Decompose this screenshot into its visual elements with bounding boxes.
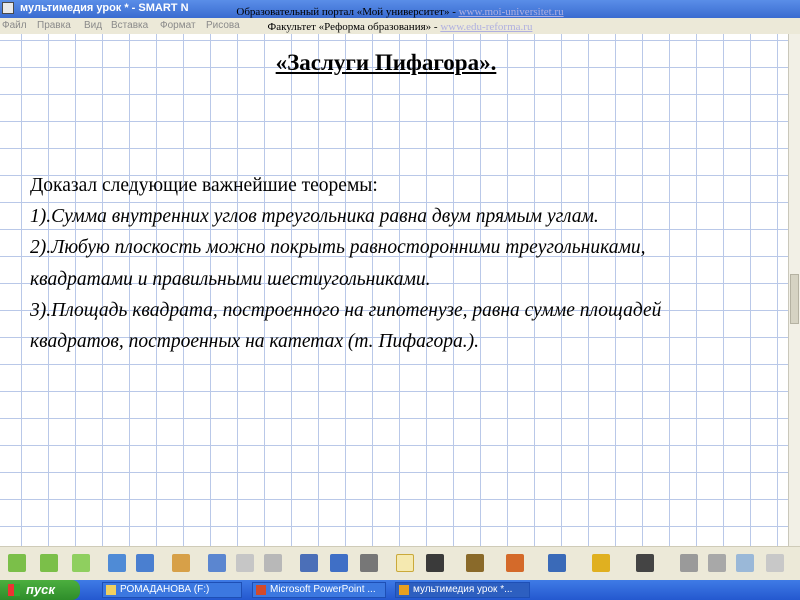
faculty-text: Факультет «Реформа образования» - [267,21,441,33]
forward-arrow-icon[interactable] [40,554,58,572]
properties-icon[interactable] [680,554,698,572]
select-arrow-icon[interactable] [396,554,414,572]
eraser-icon[interactable] [506,554,524,572]
slide-intro: Доказал следующие важнейшие теоремы: [30,175,378,196]
back-arrow-icon[interactable] [8,554,26,572]
theorem-item-2: 2).Любую плоскость можно покрыть равност… [30,237,646,290]
shapes-icon[interactable] [592,554,610,572]
line-icon[interactable] [548,554,566,572]
faculty-link[interactable]: www.edu-reforma.ru [440,21,532,33]
theorem-item-1: 1).Сумма внутренних углов треугольника р… [30,206,599,228]
taskbar-item-notebook[interactable]: мультимедия урок *... [395,582,530,598]
text-icon[interactable] [636,554,654,572]
vertical-scrollbar[interactable] [788,34,800,546]
slide-title: «Заслуги Пифагора». [275,50,497,75]
pen-icon[interactable] [426,554,444,572]
portal-link[interactable]: www.moi-universitet.ru [459,6,564,18]
powerpoint-icon [256,585,266,595]
smart-notebook-icon [399,585,409,595]
windows-flag-icon [8,584,20,596]
folder-icon [106,585,116,595]
taskbar-item-label: РОМАДАНОВА (F:) [120,584,210,595]
capture-icon[interactable] [360,554,378,572]
notebook-toolbar [0,546,800,580]
screen-shade-icon[interactable] [300,554,318,572]
taskbar-item-powerpoint[interactable]: Microsoft PowerPoint ... [252,582,386,598]
portal-header-line: Образовательный портал «Мой университет»… [0,6,800,18]
start-button[interactable]: пуск [0,580,80,600]
open-file-icon[interactable] [108,554,126,572]
theorem-item-3: 3).Площадь квадрата, построенного на гип… [30,299,662,353]
toolbar-arrow-icon[interactable] [766,554,784,572]
taskbar-item-drive[interactable]: РОМАДАНОВА (F:) [102,582,242,598]
faculty-header-line: Факультет «Реформа образования» - www.ed… [0,21,800,33]
slide-body: Доказал следующие важнейшие теоремы: 1).… [30,170,750,357]
undo-icon[interactable] [208,554,226,572]
windows-taskbar: пуск РОМАДАНОВА (F:) Microsoft PowerPoin… [0,580,800,600]
start-label: пуск [26,582,55,597]
full-screen-icon[interactable] [330,554,348,572]
taskbar-item-label: Microsoft PowerPoint ... [270,584,376,595]
taskbar-item-label: мультимедия урок *... [413,584,513,595]
portal-text: Образовательный портал «Мой университет»… [236,6,459,18]
scrollbar-thumb[interactable] [790,274,799,324]
cloud-icon[interactable] [736,554,754,572]
add-page-icon[interactable] [72,554,90,572]
fill-icon[interactable] [708,554,726,572]
creative-pen-icon[interactable] [466,554,484,572]
delete-icon[interactable] [264,554,282,572]
redo-icon[interactable] [236,554,254,572]
save-icon[interactable] [136,554,154,572]
paste-icon[interactable] [172,554,190,572]
